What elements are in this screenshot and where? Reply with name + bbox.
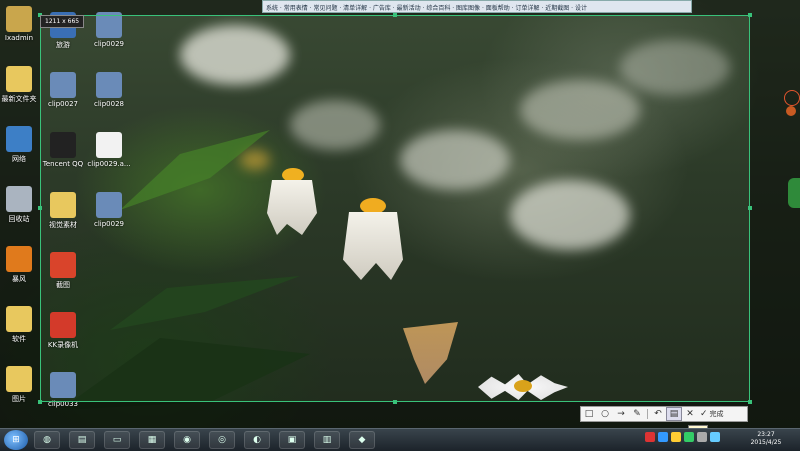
- desktop-icon[interactable]: 最新文件夹: [0, 66, 42, 104]
- desktop-icon-label: 软件: [12, 335, 26, 343]
- app-icon: ▦: [147, 435, 157, 445]
- app-icon: ◉: [183, 435, 191, 445]
- file-icon: [6, 186, 32, 212]
- taskbar: ⊞ ◍ ▤ ▭ ▦ ◉ ◎ ◐ ▣ ▥ ◆ 23:27 2015/4/25: [0, 428, 800, 451]
- desktop-icon[interactable]: 暴风: [0, 246, 42, 284]
- resize-handle-bl[interactable]: [38, 400, 42, 404]
- file-icon: [6, 366, 32, 392]
- desktop-icon[interactable]: 网络: [0, 126, 42, 164]
- taskbar-app-button[interactable]: ▣: [279, 431, 305, 449]
- undo-button[interactable]: ↶: [650, 407, 666, 421]
- desktop-icon[interactable]: Ixadmin: [0, 6, 42, 42]
- desktop-icon[interactable]: 软件: [0, 306, 42, 344]
- file-icon: [6, 6, 32, 32]
- clock-date: 2015/4/25: [750, 439, 782, 446]
- rectangle-tool-button[interactable]: □: [581, 407, 597, 421]
- resize-handle-left[interactable]: [38, 206, 42, 210]
- tray-icon[interactable]: [671, 432, 681, 442]
- resize-handle-bottom[interactable]: [393, 400, 397, 404]
- desktop-icon-label: 回收站: [8, 215, 30, 223]
- close-icon: ✕: [686, 409, 694, 419]
- network-icon[interactable]: [710, 432, 720, 442]
- app-icon: ▭: [112, 435, 122, 445]
- resize-handle-right[interactable]: [748, 206, 752, 210]
- desktop-icon-label: 暴风: [12, 275, 26, 283]
- desktop-icon-label: 网络: [12, 155, 26, 163]
- system-tray: [642, 432, 720, 442]
- arrow-icon: →: [617, 409, 625, 419]
- pen-icon: ✎: [633, 409, 641, 419]
- side-widget[interactable]: [782, 90, 800, 120]
- side-tab[interactable]: [788, 178, 800, 208]
- app-icon: ◆: [358, 435, 366, 445]
- browser-bookmarks-bar: 系统 · 常用表情 · 常见问题 · 清单详解 · 广告库 · 最新活动 · 综…: [262, 0, 692, 13]
- tray-icon[interactable]: [645, 432, 655, 442]
- save-button[interactable]: ▤: [666, 407, 682, 421]
- taskbar-app-button[interactable]: ◎: [209, 431, 235, 449]
- arrow-tool-button[interactable]: →: [613, 407, 629, 421]
- app-icon: ▣: [287, 435, 297, 445]
- desktop-icon-label: 最新文件夹: [1, 95, 37, 103]
- save-icon: ▤: [669, 409, 679, 419]
- desktop-icon-label: Ixadmin: [4, 34, 34, 42]
- app-icon: ◎: [218, 435, 226, 445]
- taskbar-app-button[interactable]: ▤: [69, 431, 95, 449]
- windows-icon: ⊞: [12, 435, 20, 445]
- capture-toolbar: □ ○ → ✎ ↶ ▤ ✕ ✓ 完成: [580, 406, 748, 422]
- file-icon: [6, 66, 32, 92]
- clock-time: 23:27: [757, 431, 775, 438]
- taskbar-app-button[interactable]: ▥: [314, 431, 340, 449]
- desktop-icon[interactable]: 回收站: [0, 186, 42, 224]
- taskbar-app-button[interactable]: ◉: [174, 431, 200, 449]
- done-label: 完成: [709, 410, 724, 418]
- rectangle-icon: □: [584, 409, 594, 419]
- desktop-icon-label: 图片: [12, 395, 26, 403]
- resize-handle-br[interactable]: [748, 400, 752, 404]
- check-icon: ✓: [700, 409, 708, 419]
- done-button[interactable]: ✓ 完成: [700, 409, 724, 419]
- taskbar-clock[interactable]: 23:27 2015/4/25: [736, 431, 796, 447]
- pen-tool-button[interactable]: ✎: [629, 407, 645, 421]
- capture-selection-frame[interactable]: [38, 13, 752, 404]
- file-icon: [6, 306, 32, 332]
- toolbar-divider: [647, 409, 648, 419]
- resize-handle-top[interactable]: [393, 13, 397, 17]
- taskbar-app-button[interactable]: ◍: [34, 431, 60, 449]
- app-icon: ◍: [43, 435, 51, 445]
- ellipse-tool-button[interactable]: ○: [597, 407, 613, 421]
- app-icon: ◐: [253, 435, 261, 445]
- taskbar-app-button[interactable]: ◐: [244, 431, 270, 449]
- start-button[interactable]: ⊞: [4, 430, 28, 450]
- file-icon: [6, 126, 32, 152]
- undo-icon: ↶: [654, 409, 662, 419]
- volume-icon[interactable]: [697, 432, 707, 442]
- taskbar-app-button[interactable]: ▦: [139, 431, 165, 449]
- ellipse-icon: ○: [601, 409, 609, 419]
- taskbar-buttons: ◍ ▤ ▭ ▦ ◉ ◎ ◐ ▣ ▥ ◆: [34, 431, 384, 449]
- app-icon: ▤: [77, 435, 87, 445]
- tray-icon[interactable]: [684, 432, 694, 442]
- desktop-icon[interactable]: 图片: [0, 366, 42, 404]
- selection-size-label: 1211 x 665: [40, 15, 85, 28]
- tray-icon[interactable]: [658, 432, 668, 442]
- app-icon: ▥: [322, 435, 332, 445]
- dim-overlay-right: [750, 15, 800, 402]
- taskbar-app-button[interactable]: ◆: [349, 431, 375, 449]
- file-icon: [6, 246, 32, 272]
- resize-handle-tr[interactable]: [748, 13, 752, 17]
- taskbar-app-button[interactable]: ▭: [104, 431, 130, 449]
- cancel-button[interactable]: ✕: [682, 407, 698, 421]
